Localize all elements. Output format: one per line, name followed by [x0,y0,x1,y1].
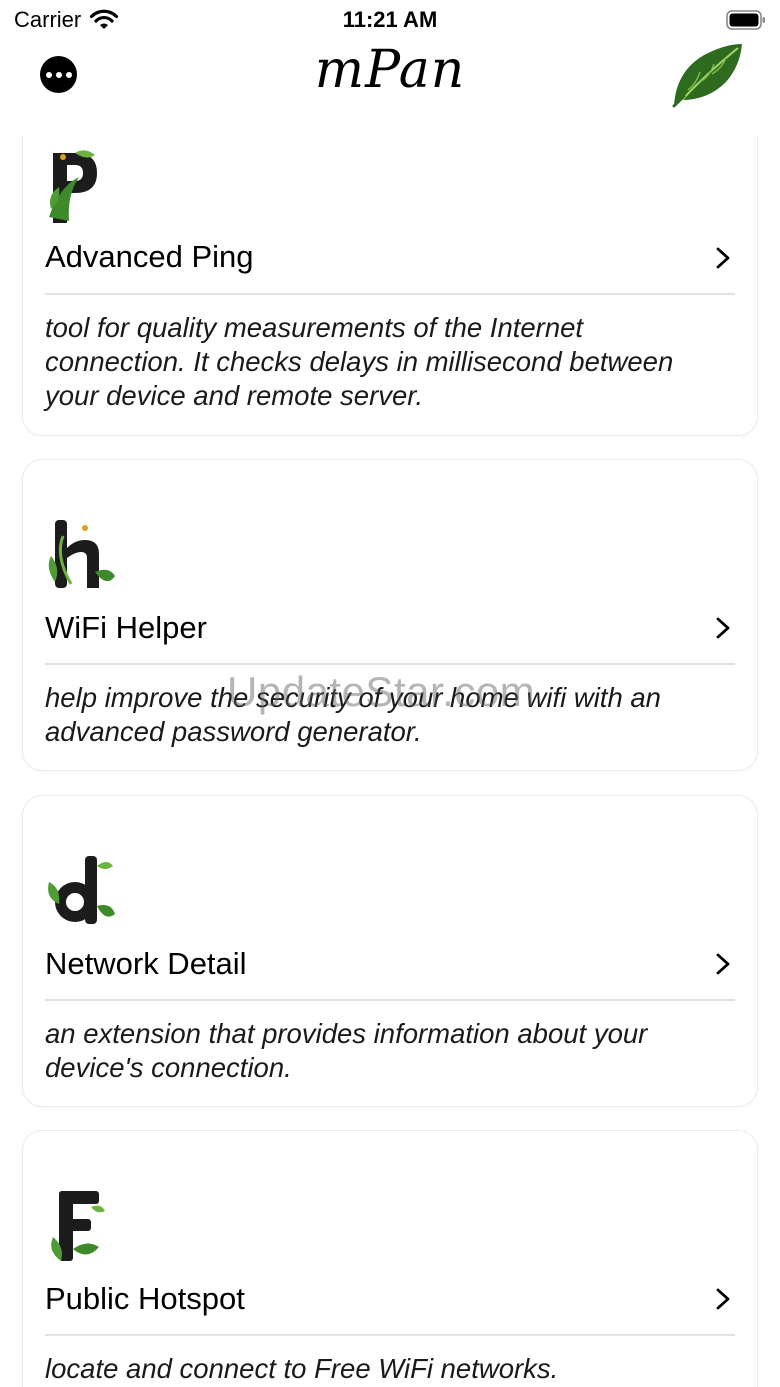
battery-icon [726,10,765,30]
tool-description: tool for quality measurements of the Int… [45,312,674,411]
tool-title: Network Detail [45,946,247,981]
card-divider [45,1334,735,1336]
tool-description: an extension that provides information a… [45,1018,648,1083]
card-divider [45,663,735,665]
ping-logo-icon [49,150,97,223]
public-hotspot-logo-icon [51,1191,105,1261]
chevron-right-icon[interactable] [715,617,731,639]
app-title: mPan [314,40,466,100]
chevron-right-icon[interactable] [715,953,731,975]
card-divider [45,999,735,1001]
tool-card-advanced-ping[interactable]: Advanced Ping tool for quality measureme… [22,96,758,436]
tools-list: Advanced Ping tool for quality measureme… [0,0,780,1387]
tool-description: help improve the security of your home w… [45,682,661,747]
tool-card-wifi-helper[interactable]: WiFi Helper help improve the security of… [22,459,758,771]
tool-title: WiFi Helper [45,610,207,645]
tool-title: Advanced Ping [45,239,254,274]
card-divider [45,293,735,295]
clock: 11:21 AM [342,7,438,32]
tool-title: Public Hotspot [45,1281,245,1316]
chevron-right-icon[interactable] [715,247,731,269]
leaf-icon[interactable] [666,40,746,110]
chevron-right-icon[interactable] [715,1288,731,1310]
wifi-helper-logo-icon [48,520,115,588]
network-detail-logo-icon [48,856,115,924]
tool-card-network-detail[interactable]: Network Detail an extension that provide… [22,795,758,1107]
tool-description: locate and connect to Free WiFi networks… [45,1353,559,1384]
navigation-bar: mPan [0,40,780,136]
status-bar: Carrier 11:21 AM [0,0,780,40]
tool-card-public-hotspot[interactable]: Public Hotspot locate and connect to Fre… [22,1130,758,1387]
